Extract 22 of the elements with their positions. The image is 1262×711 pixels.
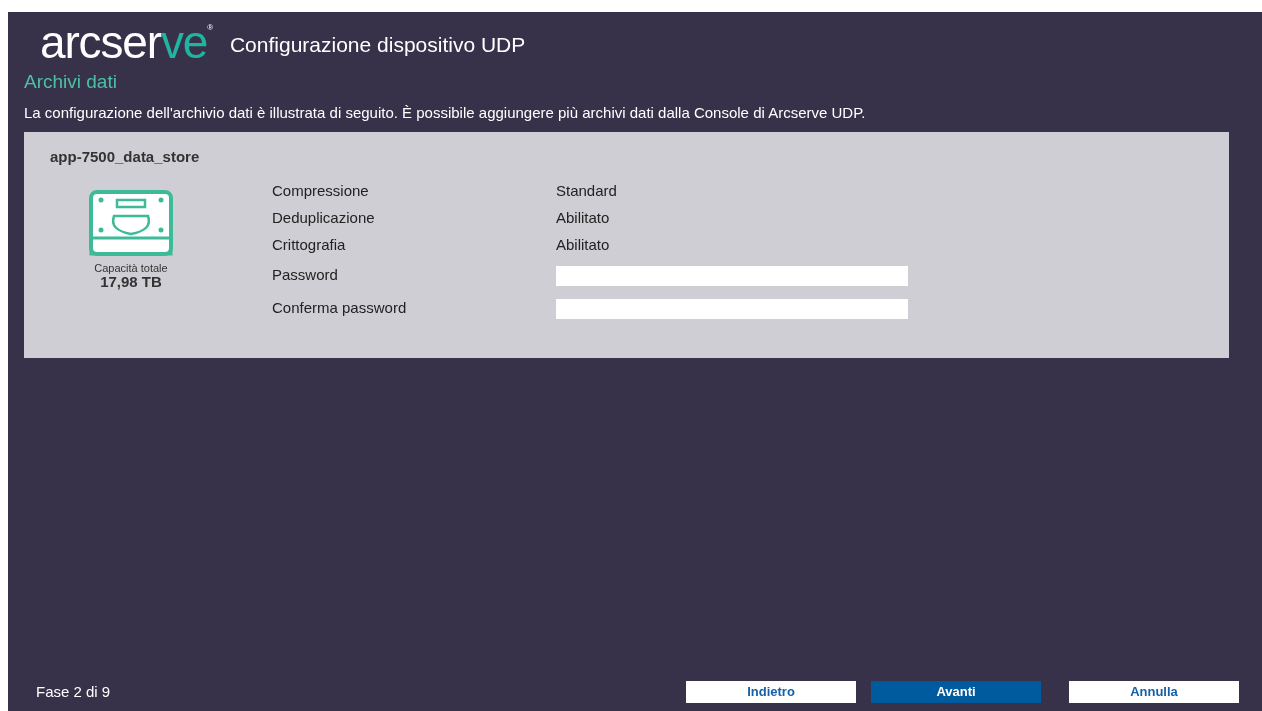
window-title: Configurazione dispositivo UDP xyxy=(229,31,526,58)
hard-drive-icon xyxy=(89,190,173,256)
password-field[interactable] xyxy=(556,298,908,319)
section-description: La configurazione dell'archivio dati è illustrata di seguito. È possibile aggiungere più archivi dati dalla Console di Arcserve UDP. xyxy=(24,102,867,123)
field-value: Abilitato xyxy=(556,235,610,256)
field-label: Conferma password xyxy=(272,298,408,319)
data-store-name: app-7500_data_store xyxy=(50,146,201,167)
field-value: Abilitato xyxy=(556,208,610,229)
wizard-button[interactable]: Indietro xyxy=(686,681,856,703)
field-label: Crittografia xyxy=(272,235,347,256)
wizard-button[interactable]: Annulla xyxy=(1069,681,1239,703)
arcserve-logo: arcserve® xyxy=(40,22,212,62)
wizard-button[interactable]: Avanti xyxy=(871,681,1041,703)
capacity-value: 17,98 TB xyxy=(100,274,162,290)
field-label: Compressione xyxy=(272,181,370,202)
field-value: Standard xyxy=(556,181,617,202)
field-label: Password xyxy=(272,265,339,286)
step-indicator: Fase 2 di 9 xyxy=(35,681,112,702)
field-label: Deduplicazione xyxy=(272,208,376,229)
section-title: Archivi dati xyxy=(24,70,118,94)
password-field[interactable] xyxy=(556,265,908,286)
capacity-label: Capacità totale xyxy=(94,262,168,274)
